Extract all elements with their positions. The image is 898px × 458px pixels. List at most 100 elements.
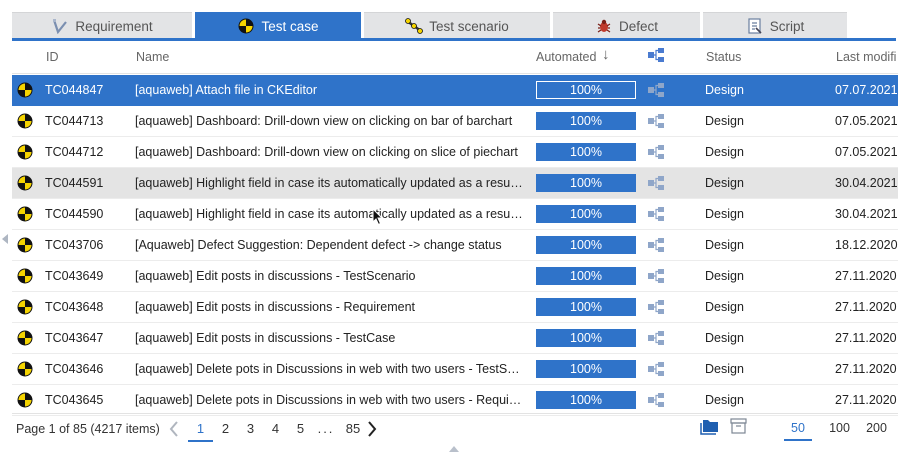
tree-structure-icon[interactable] [648, 114, 664, 128]
test-case-icon [17, 82, 33, 98]
bug-icon [595, 18, 613, 34]
requirement-icon [51, 18, 69, 34]
tab-label: Defect [618, 18, 659, 34]
test-case-icon [17, 175, 33, 191]
table-row[interactable]: TC044713 [aquaweb] Dashboard: Drill-down… [12, 106, 898, 137]
tree-structure-icon[interactable] [648, 83, 664, 97]
tree-structure-icon[interactable] [648, 362, 664, 376]
cell-id: TC044847 [45, 83, 104, 97]
cell-name: [aquaweb] Delete pots in Discussions in … [135, 393, 525, 407]
tree-structure-icon[interactable] [648, 207, 664, 221]
cell-id: TC044590 [45, 207, 104, 221]
page-link[interactable]: 85 [339, 421, 367, 442]
column-header-automated[interactable]: Automated [536, 50, 596, 64]
tree-structure-icon[interactable] [648, 269, 664, 283]
table-row[interactable]: TC043706 [Aquaweb] Defect Suggestion: De… [12, 230, 898, 261]
tree-structure-icon[interactable] [648, 238, 664, 252]
cell-status: Design [705, 331, 744, 345]
cell-last-modified: 30.04.2021 [835, 176, 898, 190]
tab-label: Test case [261, 18, 319, 34]
table-row[interactable]: TC043646 [aquaweb] Delete pots in Discus… [12, 354, 898, 385]
cell-id: TC043706 [45, 238, 104, 252]
column-header-status[interactable]: Status [706, 50, 741, 64]
automated-progress-bar: 100% [536, 236, 636, 254]
cell-id: TC044591 [45, 176, 104, 190]
mouse-cursor-icon [372, 207, 384, 226]
sort-descending-icon[interactable]: ↓ [602, 46, 610, 63]
grid-body: TC044847 [aquaweb] Attach file in CKEdit… [12, 75, 898, 416]
automated-progress-bar: 100% [536, 174, 636, 192]
cell-id: TC043648 [45, 300, 104, 314]
page-link[interactable]: 3 [238, 421, 263, 442]
table-row[interactable]: TC043645 [aquaweb] Delete pots in Discus… [12, 385, 898, 416]
script-icon [746, 18, 764, 34]
table-row[interactable]: TC044847 [aquaweb] Attach file in CKEdit… [12, 75, 898, 106]
cell-id: TC043645 [45, 393, 104, 407]
table-row[interactable]: TC043648 [aquaweb] Edit posts in discuss… [12, 292, 898, 323]
archive-icon[interactable] [730, 418, 747, 434]
column-header-id[interactable]: ID [46, 50, 59, 64]
cell-name: [Aquaweb] Defect Suggestion: Dependent d… [135, 238, 502, 252]
cell-name: [aquaweb] Highlight field in case its au… [135, 207, 525, 221]
page-size-option[interactable]: 50 [784, 421, 812, 441]
page-link[interactable]: 1 [188, 421, 213, 442]
chevron-right-icon[interactable] [366, 421, 378, 437]
tree-structure-icon[interactable] [648, 331, 664, 345]
tree-structure-icon[interactable] [648, 393, 664, 407]
automated-progress-bar: 100% [536, 329, 636, 347]
tab-bar: Requirement Test case Test scenario Defe… [12, 12, 850, 39]
tab-test-case[interactable]: Test case [195, 12, 361, 39]
cell-name: [aquaweb] Dashboard: Drill-down view on … [135, 145, 518, 159]
cell-status: Design [705, 362, 744, 376]
page-size-option[interactable]: 100 [821, 421, 858, 441]
pager: Page 1 of 85 (4217 items) 1 2 3 4 5... 85 50 1… [12, 413, 898, 443]
automated-progress-bar: 100% [536, 143, 636, 161]
page-size-list: 50 100 200 [784, 421, 895, 441]
cell-last-modified: 30.04.2021 [835, 207, 898, 221]
test-case-icon [17, 206, 33, 222]
tab-requirement[interactable]: Requirement [12, 12, 192, 39]
cell-status: Design [705, 176, 744, 190]
pager-info: Page 1 of 85 (4217 items) [16, 422, 160, 436]
tree-structure-icon[interactable] [648, 145, 664, 159]
test-case-icon [17, 392, 33, 408]
tab-label: Requirement [75, 18, 153, 34]
cell-name: [aquaweb] Edit posts in discussions - Re… [135, 300, 416, 314]
table-row[interactable]: TC044591 [aquaweb] Highlight field in ca… [12, 168, 898, 199]
cell-last-modified: 07.05.2021 [835, 145, 898, 159]
tab-defect[interactable]: Defect [553, 12, 700, 39]
test-scenario-icon [405, 18, 424, 34]
cell-status: Design [705, 207, 744, 221]
expand-up-icon[interactable] [449, 446, 459, 452]
tab-label: Script [769, 18, 805, 34]
cell-status: Design [705, 269, 744, 283]
column-header-last-modified[interactable]: Last modifi [836, 50, 896, 64]
cell-name: [aquaweb] Edit posts in discussions - Te… [135, 269, 416, 283]
tree-structure-icon[interactable] [648, 176, 664, 190]
page-link[interactable]: 4 [263, 421, 288, 442]
column-header-name[interactable]: Name [136, 50, 169, 64]
cell-id: TC043649 [45, 269, 104, 283]
tree-structure-icon[interactable] [648, 300, 664, 314]
cell-last-modified: 27.11.2020 [835, 393, 897, 407]
page-link[interactable]: 2 [213, 421, 238, 442]
table-row[interactable]: TC044590 [aquaweb] Highlight field in ca… [12, 199, 898, 230]
cell-status: Design [705, 145, 744, 159]
tab-script[interactable]: Script [703, 12, 847, 39]
table-row[interactable]: TC043647 [aquaweb] Edit posts in discuss… [12, 323, 898, 354]
automated-progress-bar: 100% [536, 391, 636, 409]
automated-progress-bar: 100% [536, 112, 636, 130]
test-case-icon [17, 299, 33, 315]
cell-name: [aquaweb] Delete pots in Discussions in … [135, 362, 525, 376]
collapse-left-icon[interactable] [2, 234, 8, 244]
test-case-icon [17, 330, 33, 346]
table-row[interactable]: TC044712 [aquaweb] Dashboard: Drill-down… [12, 137, 898, 168]
tab-test-scenario[interactable]: Test scenario [364, 12, 550, 39]
tree-structure-icon[interactable] [648, 48, 664, 65]
page-link[interactable]: 5 [288, 421, 313, 442]
table-row[interactable]: TC043649 [aquaweb] Edit posts in discuss… [12, 261, 898, 292]
folder-icon[interactable] [700, 418, 720, 435]
cell-last-modified: 27.11.2020 [835, 331, 897, 345]
chevron-left-icon[interactable] [168, 421, 180, 437]
page-size-option[interactable]: 200 [858, 421, 895, 441]
